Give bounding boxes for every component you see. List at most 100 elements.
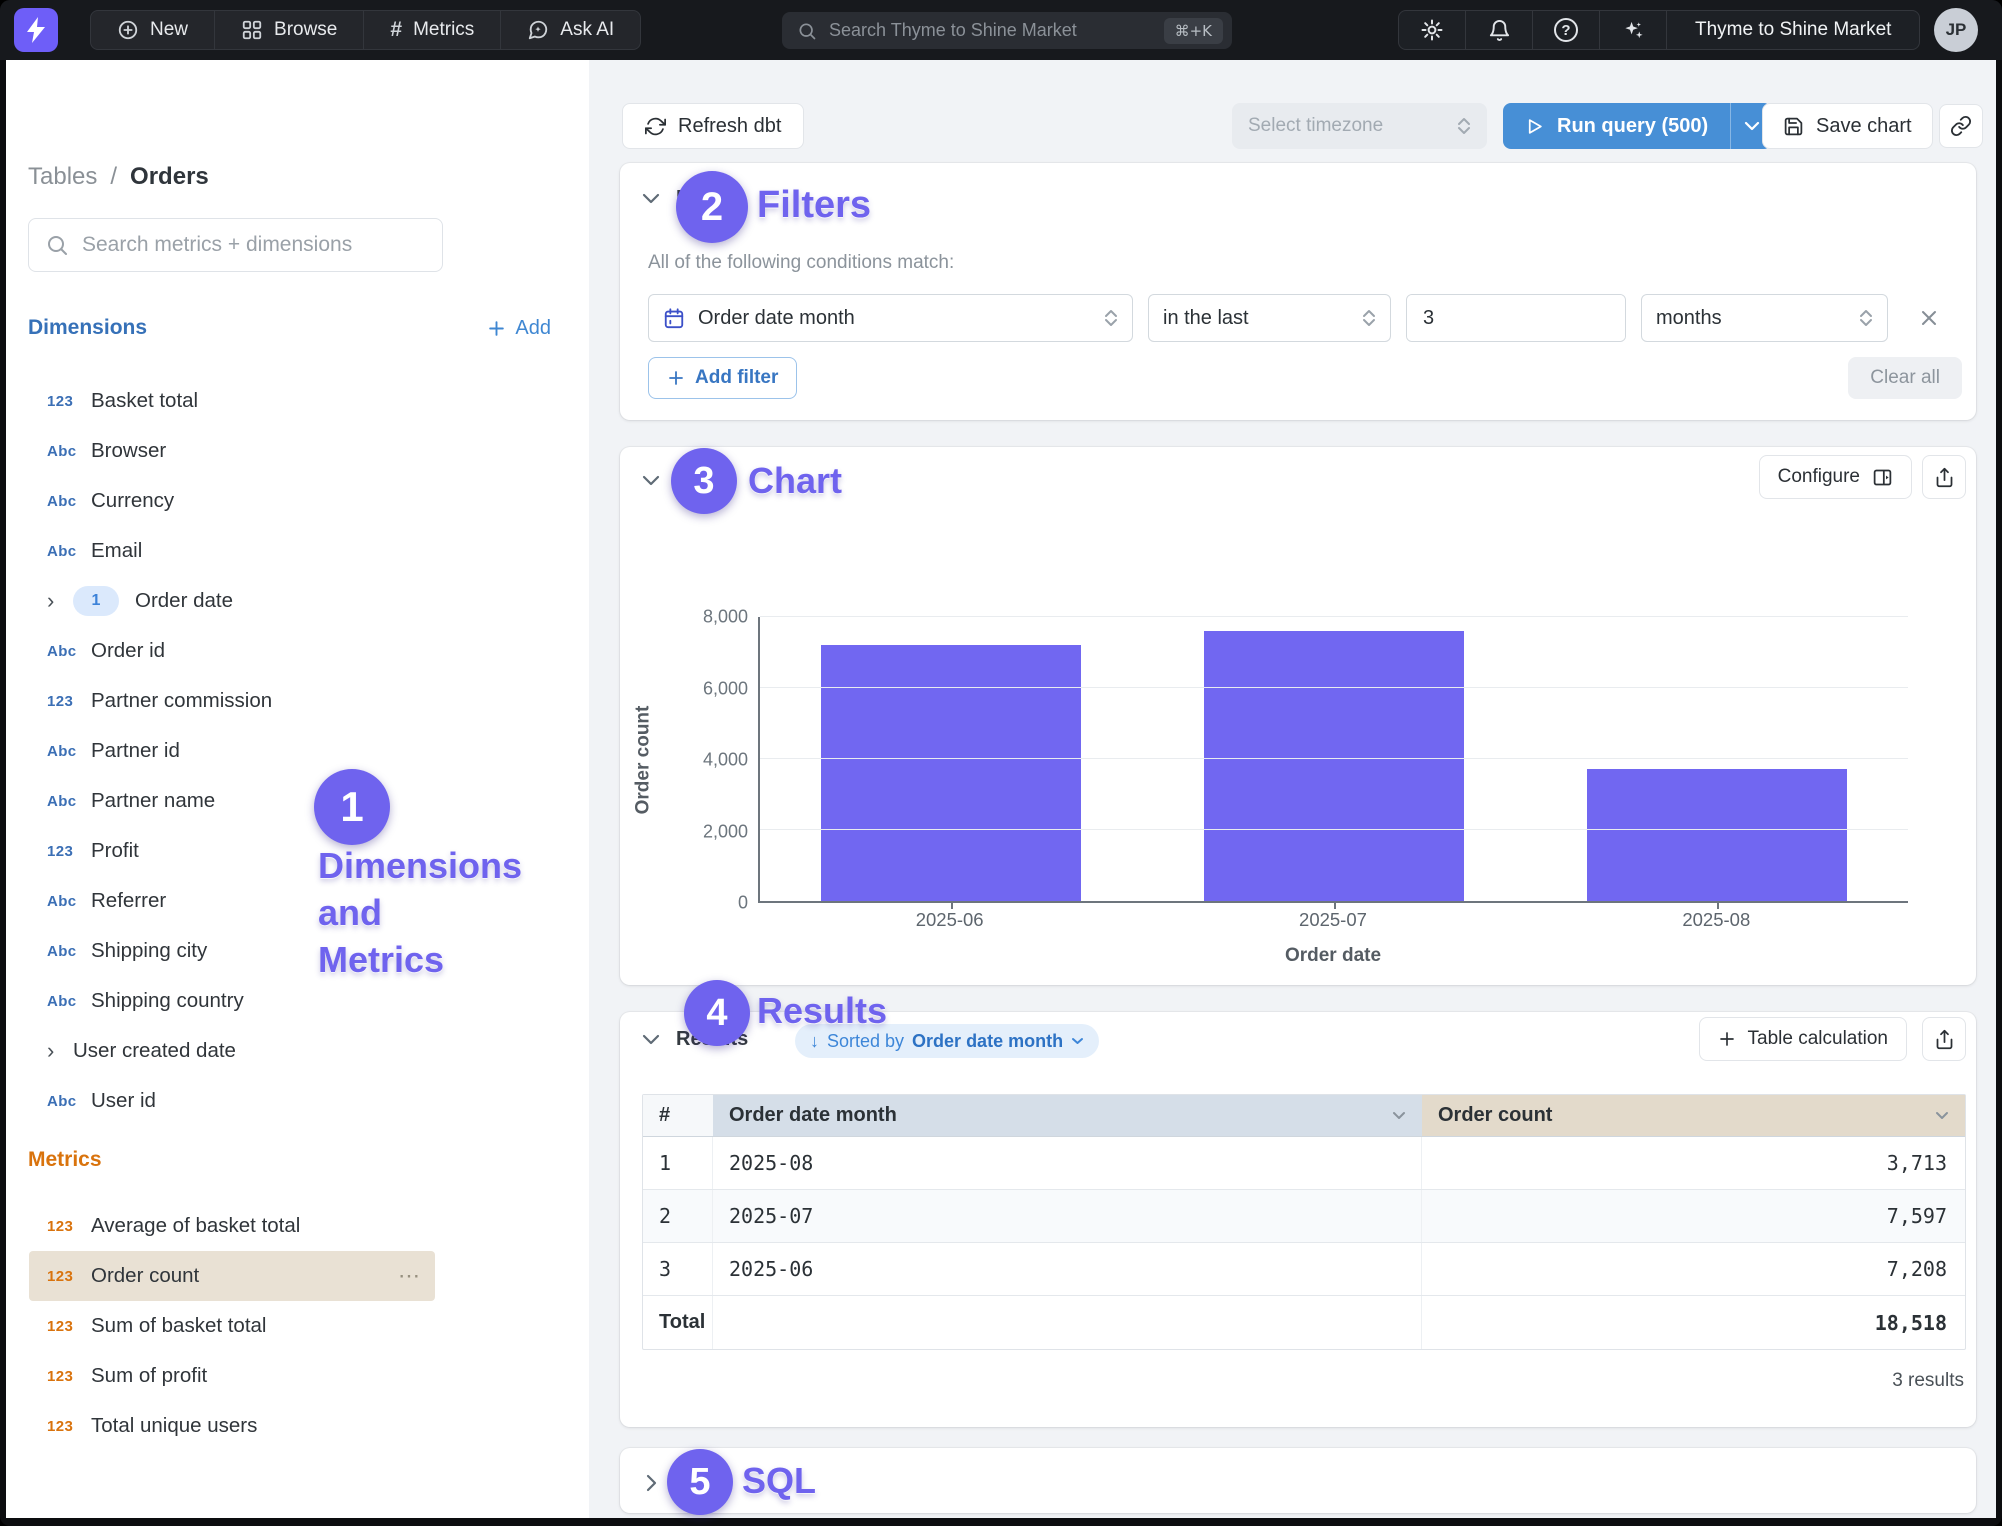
chart-plot — [758, 617, 1908, 903]
timezone-select[interactable]: Select timezone — [1232, 103, 1487, 149]
results-table: # Order date month Order count 12025-083… — [642, 1094, 1966, 1350]
more-options-icon[interactable]: ⋯ — [398, 1263, 421, 1289]
metric-item[interactable]: 123Sum of basket total — [29, 1301, 435, 1351]
filter-amount-input[interactable] — [1407, 295, 1626, 341]
results-count: 3 results — [1892, 1370, 1964, 1392]
table-row[interactable]: 32025-067,208 — [643, 1243, 1965, 1296]
table-row[interactable]: 12025-083,713 — [643, 1137, 1965, 1190]
share-link-button[interactable] — [1939, 104, 1983, 148]
add-label: Add — [515, 317, 551, 340]
refresh-icon — [645, 116, 666, 137]
global-search-input[interactable] — [829, 20, 1152, 41]
main-content: Refresh dbt Select timezone Run query (5… — [589, 60, 1996, 1518]
dimensions-list: 123Basket totalAbcBrowserAbcCurrencyAbcE… — [29, 376, 435, 1126]
remove-filter-button[interactable] — [1919, 308, 1939, 328]
user-avatar[interactable]: JP — [1934, 8, 1978, 52]
dimension-item[interactable]: AbcCurrency — [29, 476, 435, 526]
help-button[interactable]: ? — [1533, 11, 1600, 49]
metrics-button[interactable]: # Metrics — [364, 11, 501, 49]
export-results-button[interactable] — [1922, 1017, 1966, 1061]
dimension-item[interactable]: AbcPartner id — [29, 726, 435, 776]
run-query-button[interactable]: Run query (500) — [1503, 103, 1730, 149]
filters-section-title: Filters — [676, 187, 736, 210]
metric-value-cell: 7,597 — [1422, 1190, 1965, 1242]
search-icon — [797, 21, 817, 41]
export-chart-button[interactable] — [1922, 455, 1966, 499]
bar[interactable] — [1587, 769, 1847, 901]
collapse-filters-chevron-icon[interactable] — [642, 193, 660, 205]
number-type-icon: 123 — [47, 393, 91, 410]
settings-button[interactable] — [1399, 11, 1466, 49]
filter-field-select[interactable]: Order date month — [648, 294, 1133, 342]
field-label: User id — [91, 1089, 156, 1113]
dimension-item[interactable]: AbcPartner name — [29, 776, 435, 826]
metric-item[interactable]: 123Average of basket total — [29, 1201, 435, 1251]
filter-amount-input-group — [1406, 294, 1626, 342]
hash-icon: # — [390, 18, 402, 42]
field-label: Order date — [135, 589, 233, 613]
global-search[interactable]: ⌘+K — [782, 12, 1232, 49]
dimension-item[interactable]: AbcEmail — [29, 526, 435, 576]
breadcrumb-separator: / — [110, 163, 117, 191]
dimension-item[interactable]: 123Profit — [29, 826, 435, 876]
org-switcher[interactable]: Thyme to Shine Market — [1667, 11, 1919, 49]
dimension-item[interactable]: AbcUser id — [29, 1076, 435, 1126]
ask-ai-button[interactable]: Ask AI — [501, 11, 640, 49]
dimension-item[interactable]: AbcShipping city — [29, 926, 435, 976]
metric-item[interactable]: 123Order count⋯ — [29, 1251, 435, 1301]
clear-all-filters-button[interactable]: Clear all — [1848, 357, 1962, 399]
dimension-value-cell: 2025-06 — [713, 1243, 1422, 1295]
chart-y-ticks: 02,0004,0006,0008,000 — [660, 617, 756, 903]
fields-search-input[interactable] — [82, 233, 426, 257]
dimension-item[interactable]: ›User created date — [29, 1026, 435, 1076]
panel-right-icon — [1872, 467, 1893, 488]
metric-item[interactable]: 123Total unique users — [29, 1401, 435, 1451]
add-filter-button[interactable]: Add filter — [648, 357, 797, 399]
add-dimension-button[interactable]: Add — [487, 317, 551, 340]
sparkles-icon — [1622, 19, 1645, 42]
dimension-column-header[interactable]: Order date month — [713, 1095, 1422, 1136]
column-menu-chevron-icon[interactable] — [1935, 1111, 1949, 1120]
table-row[interactable]: 22025-077,597 — [643, 1190, 1965, 1243]
collapse-chart-chevron-icon[interactable] — [642, 475, 660, 487]
dimension-item[interactable]: AbcOrder id — [29, 626, 435, 676]
dimension-item[interactable]: AbcReferrer — [29, 876, 435, 926]
dimension-item[interactable]: 123Basket total — [29, 376, 435, 426]
sorted-by-pill[interactable]: ↓ Sorted by Order date month — [795, 1024, 1099, 1058]
fields-search[interactable] — [28, 218, 443, 272]
field-label: Order count — [91, 1264, 199, 1288]
bar[interactable] — [1204, 631, 1464, 901]
results-section-title: Results — [676, 1028, 748, 1051]
breadcrumb-tables-link[interactable]: Tables — [28, 163, 97, 191]
string-type-icon: Abc — [47, 943, 91, 960]
save-chart-button[interactable]: Save chart — [1762, 103, 1933, 149]
configure-chart-button[interactable]: Configure — [1759, 455, 1912, 499]
chart-x-axis-title: Order date — [758, 945, 1908, 967]
number-type-icon: 123 — [47, 1318, 91, 1335]
total-empty-cell — [713, 1296, 1422, 1349]
sparkles-button[interactable] — [1600, 11, 1667, 49]
bar[interactable] — [821, 645, 1081, 901]
dimension-item[interactable]: AbcBrowser — [29, 426, 435, 476]
field-label: Shipping city — [91, 939, 207, 963]
new-button[interactable]: New — [91, 11, 215, 49]
expand-sql-chevron-icon[interactable] — [646, 1474, 658, 1492]
table-calculation-button[interactable]: Table calculation — [1699, 1017, 1907, 1061]
browse-button[interactable]: Browse — [215, 11, 364, 49]
metric-item[interactable]: 123Sum of profit — [29, 1351, 435, 1401]
app-logo[interactable] — [14, 8, 58, 52]
collapse-results-chevron-icon[interactable] — [642, 1034, 660, 1046]
field-label: Average of basket total — [91, 1214, 300, 1238]
filter-operator-select[interactable]: in the last — [1148, 294, 1391, 342]
timezone-placeholder: Select timezone — [1248, 115, 1383, 137]
metric-column-header[interactable]: Order count — [1422, 1095, 1965, 1136]
notifications-button[interactable] — [1466, 11, 1533, 49]
filter-unit-select[interactable]: months — [1641, 294, 1888, 342]
field-label: Profit — [91, 839, 139, 863]
results-section: Results ↓ Sorted by Order date month Tab… — [620, 1012, 1976, 1427]
dimension-item[interactable]: AbcShipping country — [29, 976, 435, 1026]
column-menu-chevron-icon[interactable] — [1392, 1111, 1406, 1120]
dimension-item[interactable]: ›1Order date — [29, 576, 435, 626]
refresh-dbt-button[interactable]: Refresh dbt — [622, 103, 804, 149]
dimension-item[interactable]: 123Partner commission — [29, 676, 435, 726]
